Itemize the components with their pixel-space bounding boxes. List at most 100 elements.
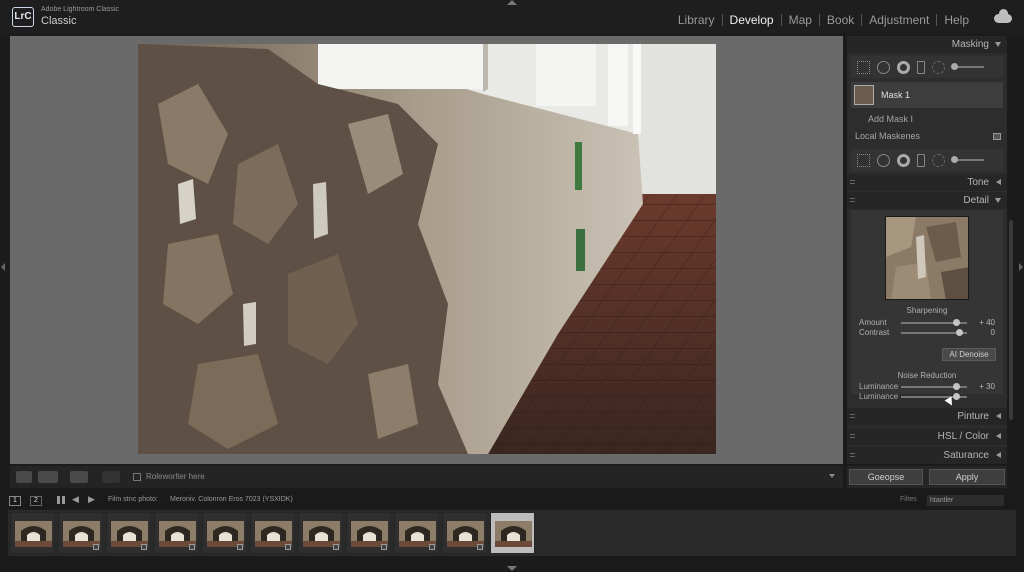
filter-checkbox[interactable] (133, 473, 141, 481)
cloud-sync-icon[interactable] (994, 9, 1012, 23)
expand-icon (995, 198, 1001, 203)
sharpening-amount-value[interactable]: + 40 (979, 318, 995, 327)
collapse-top-arrow-icon[interactable] (507, 0, 517, 5)
copy-settings-button[interactable] (102, 471, 120, 483)
filmstrip-thumbnail[interactable] (154, 512, 199, 554)
local-masks-toggle-icon[interactable] (993, 133, 1001, 140)
filmstrip-source-label: Film strıc photo: (108, 496, 158, 503)
sharpening-contrast-value[interactable]: 0 (991, 328, 995, 337)
saturance-header-label: Saturance (943, 450, 989, 461)
tone-header[interactable]: Tone (847, 174, 1007, 191)
filter-dropdown[interactable]: htantler (927, 495, 1004, 506)
grip-icon (850, 198, 855, 202)
mask-tools-row (851, 56, 1003, 78)
right-panel-toggle-icon[interactable] (1019, 263, 1023, 271)
adjustment-tools-row (851, 149, 1003, 171)
filmstrip-thumbnail[interactable] (10, 512, 55, 554)
mask-overlay-slider[interactable] (951, 63, 984, 70)
circle-tool-icon[interactable] (877, 153, 890, 167)
module-help[interactable]: Help (937, 13, 976, 27)
filmstrip-thumbnail[interactable] (346, 512, 391, 554)
ai-denoise-button[interactable]: AI Denoise (942, 348, 996, 361)
filmstrip-thumbnail[interactable] (106, 512, 151, 554)
thumbnail-photo (15, 521, 52, 547)
view-mode-button[interactable] (16, 471, 32, 483)
module-picker: Library Develop Map Book Adjustment Help (671, 13, 976, 27)
right-panel-scrollbar[interactable] (1009, 220, 1013, 420)
pinture-header-label: Pinture (957, 411, 989, 422)
radial-mask-icon[interactable] (877, 60, 890, 74)
masking-header-label: Masking (951, 39, 989, 50)
filmstrip-thumbnail[interactable] (442, 512, 487, 554)
slider-knob[interactable] (952, 393, 960, 400)
module-develop[interactable]: Develop (723, 13, 781, 27)
luminance-detail-slider[interactable] (901, 393, 967, 400)
tone-header-label: Tone (967, 177, 989, 188)
lrc-logo: LrC (12, 7, 34, 27)
swap-button[interactable] (70, 471, 88, 483)
filmstrip-thumbnail[interactable] (490, 512, 535, 554)
collapsed-icon (996, 413, 1001, 419)
detail-header[interactable]: Detail (847, 192, 1007, 209)
linear-mask-icon[interactable] (897, 60, 910, 74)
filmstrip (8, 510, 1016, 556)
toolbar-filter-text: Roleworlter here (146, 472, 205, 481)
filmstrip-thumbnail[interactable] (202, 512, 247, 554)
detail-header-label: Detail (963, 195, 989, 206)
masking-header[interactable]: Masking (847, 36, 1007, 53)
local-masks-label: Local Maskenes (855, 131, 921, 141)
edited-badge-icon (333, 544, 339, 550)
brush-mask-icon[interactable] (857, 60, 870, 74)
luminance-value[interactable]: + 30 (979, 382, 995, 391)
module-book[interactable]: Book (820, 13, 861, 27)
canvas-toolbar: Roleworlter here (10, 466, 843, 488)
filmstrip-thumbnail[interactable] (58, 512, 103, 554)
amount-slider[interactable] (951, 156, 984, 163)
main-photo (138, 44, 716, 454)
range-mask-icon[interactable] (917, 60, 925, 74)
grid-view-icon[interactable] (57, 496, 65, 504)
saturance-header[interactable]: Saturance (847, 447, 1007, 464)
sharpening-amount-slider[interactable] (901, 319, 967, 326)
previous-button[interactable]: Goeopse (849, 469, 923, 485)
module-adjustment[interactable]: Adjustment (862, 13, 936, 27)
brush-tool-icon[interactable] (857, 153, 870, 167)
primary-display-button[interactable]: 1 (9, 496, 21, 506)
subject-mask-icon[interactable] (932, 60, 945, 74)
add-mask-button[interactable]: Add Mask I (868, 114, 913, 124)
filmstrip-source-path[interactable]: Meroniv. Colonron Eros 7023 (YSXIDK) (170, 496, 293, 503)
detail-preview-image[interactable] (885, 216, 969, 300)
module-library[interactable]: Library (671, 13, 722, 27)
apply-button[interactable]: Apply (929, 469, 1005, 485)
mask-item[interactable]: Mask 1 (851, 82, 1003, 108)
collapsed-icon (996, 433, 1001, 439)
module-map[interactable]: Map (782, 13, 819, 27)
noise-reduction-title: Noise Reduction (897, 371, 957, 380)
secondary-display-button[interactable]: 2 (30, 496, 42, 506)
collapse-bottom-arrow-icon[interactable] (507, 566, 517, 571)
edited-badge-icon (141, 544, 147, 550)
filmstrip-bar: 1 2 ◀ ▶ Film strıc photo: Meroniv. Colon… (0, 492, 1024, 509)
filmstrip-thumbnail[interactable] (298, 512, 343, 554)
toolbar-options-icon[interactable] (829, 474, 835, 478)
hsl-color-header[interactable]: HSL / Color (847, 428, 1007, 445)
sharpening-contrast-slider[interactable] (901, 329, 967, 336)
back-arrow-icon[interactable]: ◀ (72, 494, 79, 505)
filmstrip-thumbnail[interactable] (394, 512, 439, 554)
slider-knob[interactable] (952, 383, 960, 390)
pinture-header[interactable]: Pinture (847, 408, 1007, 425)
slider-knob[interactable] (956, 329, 964, 336)
rect-tool-icon[interactable] (917, 153, 925, 167)
ring-tool-icon[interactable] (897, 153, 910, 167)
filmstrip-thumbnail[interactable] (250, 512, 295, 554)
edited-badge-icon (285, 544, 291, 550)
left-panel-toggle-icon[interactable] (1, 263, 5, 271)
luminance-slider[interactable] (901, 383, 967, 390)
sun-tool-icon[interactable] (932, 153, 945, 167)
mask-thumbnail (854, 85, 874, 105)
right-panel: Masking Mask 1 Add Mask I Local Maskenes… (847, 36, 1007, 464)
forward-arrow-icon[interactable]: ▶ (88, 494, 95, 505)
before-after-button[interactable] (38, 471, 58, 483)
edited-badge-icon (429, 544, 435, 550)
slider-knob[interactable] (952, 319, 960, 326)
